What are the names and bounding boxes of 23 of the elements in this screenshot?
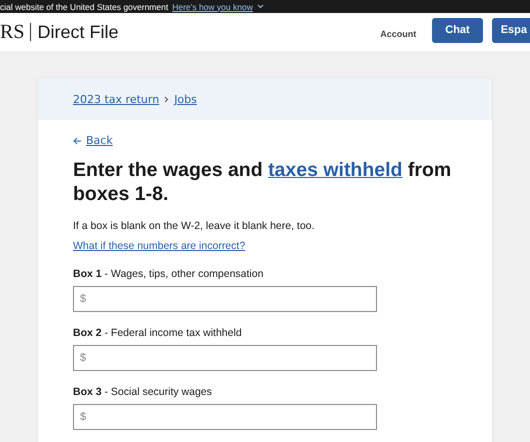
field-label: Box 1 - Wages, tips, other compensation [73, 268, 264, 280]
input-field[interactable]: $ [73, 345, 377, 371]
page-heading: Enter the wages and taxes withheld from boxes 1-8. [73, 158, 452, 206]
breadcrumb-link[interactable]: Jobs [174, 92, 197, 106]
logo: RS [0, 20, 24, 44]
input-field[interactable]: $ [73, 286, 377, 312]
how-you-know-link[interactable]: Here’s how you know [172, 2, 253, 12]
account-link[interactable]: Account [380, 29, 416, 39]
chevron-right-icon [164, 96, 170, 102]
banner-text: cial website of the United States government [0, 2, 168, 12]
taxes-withheld-link[interactable]: taxes withheld [268, 159, 402, 181]
breadcrumb-link[interactable]: 2023 tax return [73, 92, 160, 106]
header-button[interactable]: Chat [432, 18, 483, 42]
header-button[interactable]: Espa [492, 18, 530, 42]
input-field[interactable]: $ [73, 404, 377, 430]
field-label: Box 2 - Federal income tax withheld [73, 327, 242, 339]
arrow-left-icon [73, 136, 82, 144]
intro-text: If a box is blank on the W-2, leave it blank here, too. [73, 220, 316, 232]
site-title: Direct File [37, 22, 118, 42]
help-link[interactable]: What if these numbers are incorrect? [73, 240, 246, 252]
field-label: Box 3 - Social security wages [73, 386, 212, 398]
chevron-down-icon [256, 4, 264, 9]
back-link[interactable]: Back [86, 134, 113, 147]
